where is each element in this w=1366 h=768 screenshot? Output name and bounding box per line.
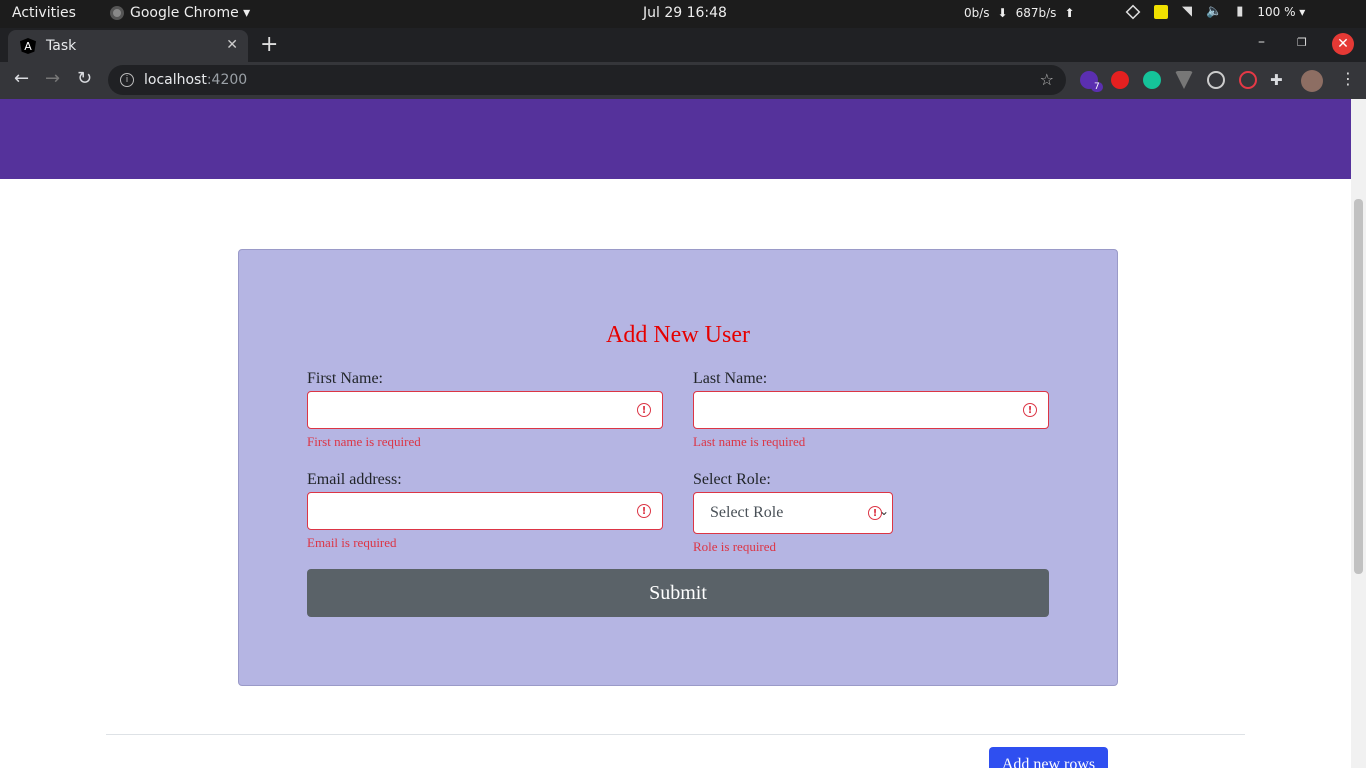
wifi-icon[interactable]: ◥	[1182, 4, 1192, 19]
profile-avatar[interactable]	[1301, 70, 1323, 92]
battery-level[interactable]: 100 % ▾	[1257, 5, 1305, 19]
extensions-puzzle-icon[interactable]: ✚	[1270, 71, 1283, 89]
add-user-form: Add New User First Name: ! First name is…	[238, 249, 1118, 686]
first-name-field[interactable]: !	[307, 391, 663, 429]
url-host: localhost	[144, 72, 207, 88]
tab-title: Task	[46, 38, 77, 54]
role-select[interactable]: Select Role ! ⌄	[693, 492, 893, 534]
chevron-down-icon: ⌄	[878, 504, 889, 518]
invalid-warning-icon: !	[637, 403, 651, 417]
react-devtools-icon[interactable]	[1207, 71, 1225, 89]
form-title: Add New User	[606, 322, 750, 348]
network-monitor: 0b/s ⬇ 687b/s ⬆	[964, 6, 1075, 20]
site-info-icon[interactable]: i	[120, 73, 134, 87]
vue-devtools-icon[interactable]	[1175, 71, 1193, 89]
dropbox-icon[interactable]	[1125, 4, 1141, 19]
volume-icon[interactable]: 🔈	[1206, 4, 1222, 19]
activities-button[interactable]: Activities	[12, 5, 76, 21]
adblock-icon[interactable]	[1111, 71, 1129, 89]
minimize-icon[interactable]: –	[1258, 34, 1265, 50]
role-select-value: Select Role	[710, 504, 784, 521]
window-close-icon[interactable]: ✕	[1332, 33, 1354, 55]
role-error: Role is required	[693, 539, 777, 554]
restore-icon[interactable]: ❐	[1297, 36, 1307, 49]
notes-icon[interactable]	[1154, 4, 1168, 19]
upload-arrow-icon: ⬆	[1064, 6, 1075, 20]
app-header-band	[0, 99, 1351, 179]
grammarly-icon[interactable]	[1143, 71, 1161, 89]
submit-button[interactable]: Submit	[307, 569, 1049, 617]
net-down-rate: 0b/s	[964, 6, 990, 20]
battery-icon[interactable]: ▮	[1236, 4, 1243, 19]
add-new-rows-button[interactable]: Add new rows	[989, 747, 1108, 768]
address-bar[interactable]: i localhost:4200 ☆	[108, 65, 1066, 95]
close-tab-icon[interactable]: ✕	[226, 37, 238, 53]
email-error: Email is required	[307, 535, 397, 550]
app-menu-label: Google Chrome ▾	[130, 5, 251, 21]
last-name-label: Last Name:	[693, 370, 768, 387]
scrollbar-thumb[interactable]	[1354, 199, 1363, 574]
chrome-icon	[110, 6, 124, 20]
invalid-warning-icon: !	[637, 504, 651, 518]
tab-strip: A Task ✕ + – ❐ ✕	[0, 28, 1366, 62]
first-name-error: First name is required	[307, 434, 421, 449]
invalid-warning-icon: !	[1023, 403, 1037, 417]
url-port: :4200	[206, 72, 248, 88]
email-field[interactable]: !	[307, 492, 663, 530]
extension-red-icon[interactable]	[1239, 71, 1257, 89]
browser-tab[interactable]: A Task ✕	[8, 30, 248, 62]
os-top-bar: Activities Google Chrome ▾ Jul 29 16:48 …	[0, 0, 1366, 28]
last-name-field[interactable]: !	[693, 391, 1049, 429]
section-divider	[106, 734, 1245, 735]
last-name-error: Last name is required	[693, 434, 806, 449]
browser-toolbar: ← → ↻ i localhost:4200 ☆ 7 ✚ ⋮	[0, 62, 1366, 99]
first-name-label: First Name:	[307, 370, 383, 387]
system-tray[interactable]: ◥ 🔈 ▮ 100 % ▾	[1125, 4, 1305, 19]
new-tab-icon[interactable]: +	[260, 32, 278, 57]
page-scrollbar[interactable]	[1351, 99, 1366, 768]
angular-favicon-icon: A	[20, 38, 36, 54]
reload-icon[interactable]: ↻	[77, 68, 92, 89]
extension-badge: 7	[1091, 82, 1103, 92]
bookmark-star-icon[interactable]: ☆	[1040, 70, 1054, 89]
net-up-rate: 687b/s	[1015, 6, 1057, 20]
clock[interactable]: Jul 29 16:48	[643, 5, 727, 21]
page-viewport: Add New User First Name: ! First name is…	[0, 99, 1351, 768]
back-icon[interactable]: ←	[14, 68, 29, 89]
app-menu[interactable]: Google Chrome ▾	[110, 5, 250, 21]
role-label: Select Role:	[693, 471, 771, 488]
forward-icon[interactable]: →	[45, 68, 60, 89]
chrome-menu-icon[interactable]: ⋮	[1340, 69, 1356, 88]
download-arrow-icon: ⬇	[997, 6, 1008, 20]
email-label: Email address:	[307, 471, 402, 488]
